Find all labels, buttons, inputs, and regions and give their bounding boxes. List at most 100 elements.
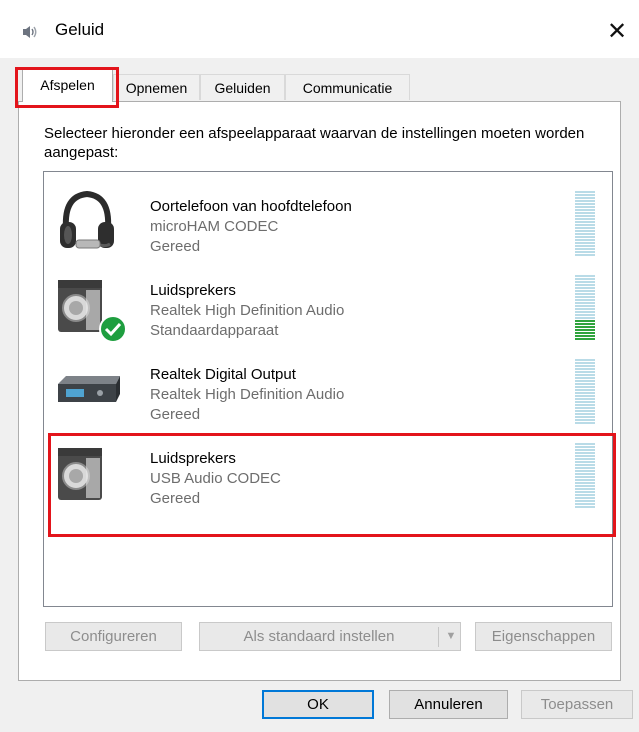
meter-segment (575, 209, 595, 211)
chevron-down-icon[interactable]: ▼ (444, 623, 458, 650)
default-check-icon (99, 315, 127, 343)
meter-segment (575, 242, 595, 244)
meter-segment (575, 395, 595, 397)
device-item-headphones[interactable]: Oortelefoon van hoofdtelefoon microHAM C… (44, 176, 612, 260)
set-default-button[interactable]: Als standaard instellen ▼ (199, 622, 461, 651)
tab-communicatie[interactable]: Communicatie (285, 74, 410, 100)
meter-segment (575, 389, 595, 391)
meter-segment (575, 398, 595, 400)
split-divider (438, 627, 439, 647)
meter-segment (575, 206, 595, 208)
device-item-speakers-usb[interactable]: Luidsprekers USB Audio CODEC Gereed (44, 428, 612, 512)
meter-segment (575, 386, 595, 388)
meter-segment (575, 203, 595, 205)
meter-segment (575, 254, 595, 256)
meter-segment (575, 413, 595, 415)
apply-button[interactable]: Toepassen (521, 690, 633, 719)
device-item-speakers-default[interactable]: Luidsprekers Realtek High Definition Aud… (44, 260, 612, 344)
meter-segment (575, 251, 595, 253)
headphones-icon (60, 190, 114, 249)
meter-segment (575, 320, 595, 322)
meter-segment (575, 239, 595, 241)
tab-afspelen[interactable]: Afspelen (22, 69, 113, 102)
device-driver: Realtek High Definition Audio (150, 386, 345, 403)
meter-segment (575, 494, 595, 496)
device-list[interactable]: Oortelefoon van hoofdtelefoon microHAM C… (43, 171, 613, 607)
device-status: Gereed (150, 238, 201, 255)
meter-segment (575, 212, 595, 214)
device-driver: USB Audio CODEC (150, 470, 281, 487)
volume-meter (575, 191, 595, 258)
meter-segment (575, 215, 595, 217)
instruction-text: Selecteer hieronder een afspeelapparaat … (44, 125, 585, 161)
meter-segment (575, 470, 595, 472)
meter-segment (575, 392, 595, 394)
properties-button[interactable]: Eigenschappen (475, 622, 612, 651)
meter-segment (575, 407, 595, 409)
speaker-icon (23, 26, 37, 38)
tab-geluiden[interactable]: Geluiden (200, 74, 285, 100)
meter-segment (575, 458, 595, 460)
title-bar: Geluid ✕ (0, 0, 639, 58)
meter-segment (575, 479, 595, 481)
digital-output-icon (58, 376, 120, 402)
meter-segment (575, 338, 595, 340)
meter-segment (575, 371, 595, 373)
meter-segment (575, 230, 595, 232)
volume-meter (575, 359, 595, 426)
meter-segment (575, 293, 595, 295)
meter-segment (575, 317, 595, 319)
meter-segment (575, 443, 595, 445)
meter-segment (575, 281, 595, 283)
sound-dialog: Geluid ✕ Afspelen Opnemen Geluiden Commu… (0, 0, 639, 732)
speaker-icon (58, 448, 102, 500)
close-button[interactable]: ✕ (600, 14, 634, 48)
configure-button[interactable]: Configureren (45, 622, 182, 651)
meter-segment (575, 233, 595, 235)
meter-segment (575, 335, 595, 337)
meter-segment (575, 275, 595, 277)
meter-segment (575, 326, 595, 328)
meter-segment (575, 482, 595, 484)
meter-segment (575, 449, 595, 451)
meter-segment (575, 368, 595, 370)
meter-segment (575, 464, 595, 466)
cancel-button[interactable]: Annuleren (389, 690, 508, 719)
meter-segment (575, 455, 595, 457)
window-title: Geluid (55, 20, 105, 39)
device-name: Oortelefoon van hoofdtelefoon (150, 198, 352, 215)
meter-segment (575, 410, 595, 412)
meter-segment (575, 416, 595, 418)
meter-segment (575, 374, 595, 376)
meter-segment (575, 191, 595, 193)
tab-opnemen[interactable]: Opnemen (113, 74, 200, 100)
meter-segment (575, 308, 595, 310)
meter-segment (575, 500, 595, 502)
ok-button[interactable]: OK (262, 690, 374, 719)
device-driver: microHAM CODEC (150, 218, 279, 235)
meter-segment (575, 467, 595, 469)
meter-segment (575, 380, 595, 382)
device-item-digital-output[interactable]: Realtek Digital Output Realtek High Defi… (44, 344, 612, 428)
meter-segment (575, 236, 595, 238)
meter-segment (575, 245, 595, 247)
meter-segment (575, 362, 595, 364)
meter-segment (575, 197, 595, 199)
meter-segment (575, 302, 595, 304)
meter-segment (575, 200, 595, 202)
meter-segment (575, 473, 595, 475)
meter-segment (575, 446, 595, 448)
meter-segment (575, 404, 595, 406)
meter-segment (575, 452, 595, 454)
meter-segment (575, 332, 595, 334)
meter-segment (575, 461, 595, 463)
meter-segment (575, 485, 595, 487)
meter-segment (575, 419, 595, 421)
meter-segment (575, 503, 595, 505)
meter-segment (575, 296, 595, 298)
device-status: Standaardapparaat (150, 322, 279, 339)
device-status: Gereed (150, 490, 201, 507)
meter-segment (575, 287, 595, 289)
meter-segment (575, 194, 595, 196)
meter-segment (575, 305, 595, 307)
